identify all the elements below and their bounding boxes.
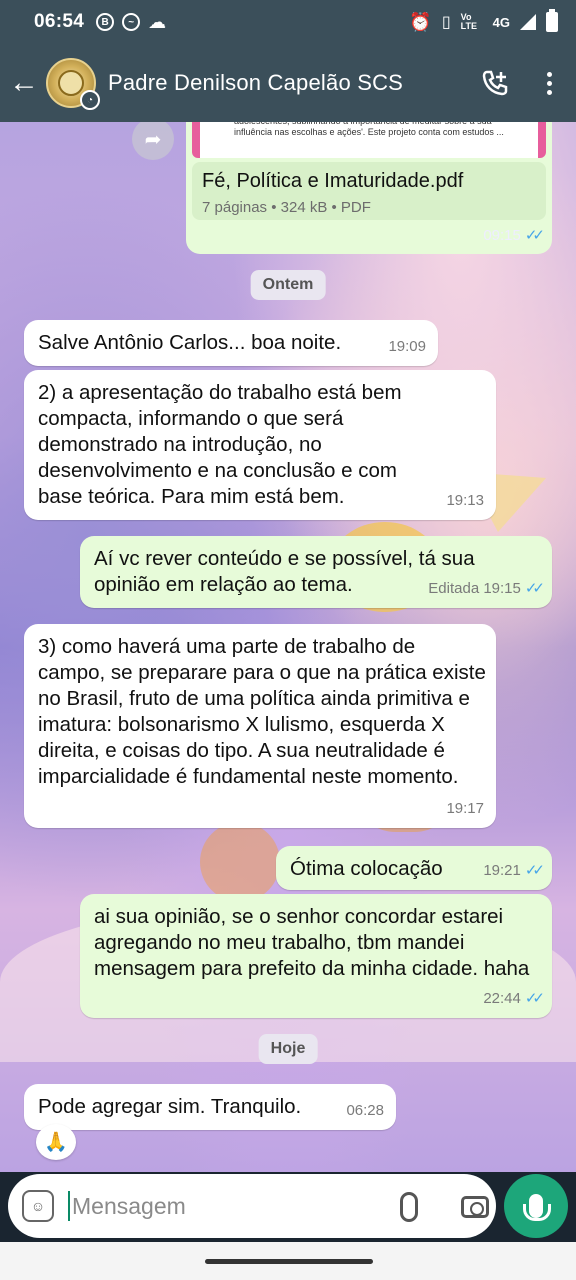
chat-area[interactable]: ➦ adolescentes, sublinhando a importânci… — [0, 122, 576, 1172]
camera-icon[interactable] — [461, 1196, 489, 1218]
message-text: ai sua opinião, se o senhor concordar es… — [94, 905, 530, 980]
text-caret — [68, 1191, 70, 1221]
message-time: 19:09 — [388, 338, 426, 355]
wallpaper-shape — [200, 822, 280, 902]
message-time: 19:13 — [446, 492, 484, 509]
reaction-emoji[interactable]: 🙏 — [36, 1124, 76, 1160]
date-chip-today: Hoje — [258, 1034, 318, 1064]
message-text: Ótima colocação — [290, 857, 443, 880]
back-arrow-icon[interactable]: ← — [8, 66, 40, 100]
b-icon: B — [96, 13, 115, 31]
message-bubble-out[interactable]: Ótima colocação 19:21 ✓✓ — [276, 846, 552, 890]
status-time: 06:54 — [34, 11, 85, 32]
avatar[interactable]: ◔ — [46, 58, 100, 110]
read-ticks-icon: ✓✓ — [524, 862, 545, 879]
message-bubble-in[interactable]: 2) a apresentação do trabalho está bem c… — [24, 370, 496, 520]
message-input[interactable]: ☺ Mensagem — [8, 1174, 496, 1238]
navigation-bar — [0, 1242, 576, 1280]
document-name: Fé, Política e Imaturidade.pdf — [202, 170, 464, 192]
add-call-icon[interactable] — [481, 69, 509, 97]
message-text: 3) como haverá uma parte de trabalho de … — [38, 635, 486, 788]
contact-name[interactable]: Padre Denilson Capelão SCS — [108, 70, 403, 96]
message-bubble-in[interactable]: Pode agregar sim. Tranquilo. 06:28 — [24, 1084, 396, 1130]
signal-icon — [520, 14, 536, 30]
microphone-icon — [523, 1194, 551, 1221]
message-bubble-in[interactable]: Salve Antônio Carlos... boa noite. 19:09 — [24, 320, 438, 366]
document-preview: adolescentes, sublinhando a importância … — [192, 122, 546, 158]
volte-label: Vo LTE — [460, 12, 477, 31]
timer-badge-icon: ◔ — [80, 90, 100, 110]
messenger-icon: ~ — [122, 13, 141, 31]
message-text: Pode agregar sim. Tranquilo. — [38, 1095, 302, 1118]
sticker-icon[interactable]: ☺ — [22, 1190, 54, 1222]
status-bar: 06:54 B ~ ☁ ⏰ ▯ Vo LTE 4G — [0, 0, 576, 44]
input-bar: ☺ Mensagem — [0, 1172, 576, 1242]
vibrate-icon: ▯ — [441, 14, 451, 31]
date-chip-yesterday: Ontem — [250, 270, 326, 300]
message-text: Aí vc rever conteúdo e se possível, tá s… — [94, 547, 475, 596]
read-ticks-icon: ✓✓ — [524, 227, 545, 244]
message-text: 2) a apresentação do trabalho está bem c… — [38, 381, 402, 508]
message-time: Editada 19:15 — [428, 580, 521, 597]
message-time: 06:28 — [346, 1102, 384, 1119]
message-time: 22:44 — [483, 990, 521, 1007]
forward-icon[interactable]: ➦ — [132, 122, 174, 160]
message-bubble-out[interactable]: ai sua opinião, se o senhor concordar es… — [80, 894, 552, 1018]
read-ticks-icon: ✓✓ — [524, 990, 545, 1007]
message-text: Salve Antônio Carlos... boa noite. — [38, 331, 342, 354]
alarm-icon: ⏰ — [409, 11, 432, 32]
document-meta: 7 páginas • 324 kB • PDF — [202, 199, 371, 216]
message-time: 09:15 — [483, 226, 521, 244]
home-gesture-pill[interactable] — [205, 1259, 373, 1264]
message-bubble-out[interactable]: Aí vc rever conteúdo e se possível, tá s… — [80, 536, 552, 608]
document-message[interactable]: adolescentes, sublinhando a importância … — [186, 122, 552, 254]
message-time: 19:21 — [483, 862, 521, 879]
chat-header: ← ◔ Padre Denilson Capelão SCS — [0, 44, 576, 122]
more-options-icon[interactable] — [547, 71, 552, 95]
message-time: 19:17 — [446, 800, 484, 817]
read-ticks-icon: ✓✓ — [524, 580, 545, 597]
attach-icon[interactable] — [400, 1192, 418, 1222]
network-label: 4G — [492, 14, 510, 30]
mic-button[interactable] — [504, 1174, 568, 1238]
battery-icon — [546, 9, 558, 32]
cloud-icon: ☁ — [148, 11, 167, 32]
message-bubble-in[interactable]: 3) como haverá uma parte de trabalho de … — [24, 624, 496, 828]
message-placeholder: Mensagem — [72, 1192, 186, 1219]
